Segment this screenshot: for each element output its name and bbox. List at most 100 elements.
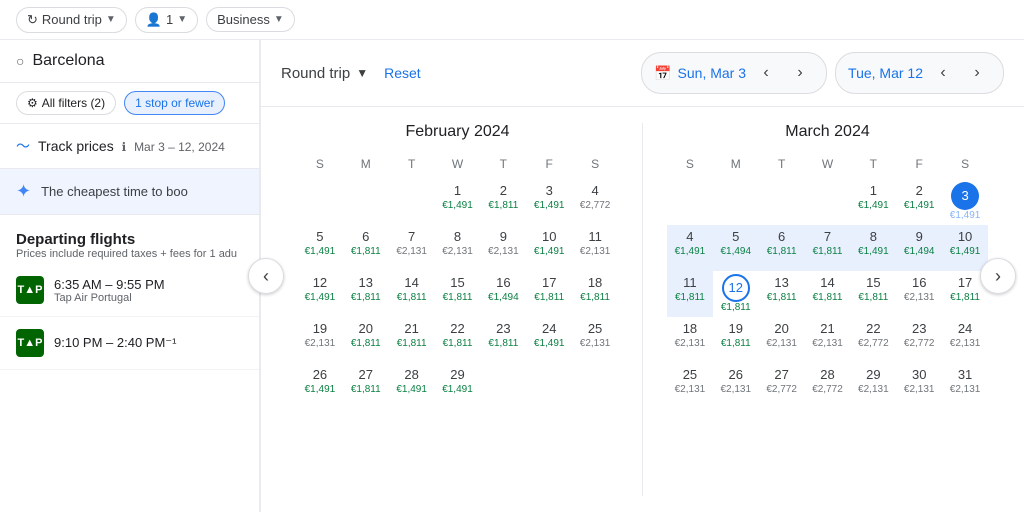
end-date-btn[interactable]: Tue, Mar 12 ‹ ›: [835, 52, 1004, 94]
calendar-day[interactable]: 19€2,131: [297, 317, 343, 363]
calendar-day[interactable]: 6€1,811: [343, 225, 389, 271]
calendar-day[interactable]: 16€1,494: [480, 271, 526, 317]
day-price: €1,811: [351, 292, 381, 304]
calendar-day[interactable]: 13€1,811: [759, 271, 805, 317]
calendar-day[interactable]: 12€1,811: [713, 271, 759, 317]
calendar-day[interactable]: 27€1,811: [343, 363, 389, 409]
calendar-day[interactable]: 9€1,494: [896, 225, 942, 271]
calendar-day[interactable]: 28€1,491: [389, 363, 435, 409]
day-number: 17: [542, 274, 556, 292]
calendar-day[interactable]: 22€2,772: [850, 317, 896, 363]
day-price: €2,131: [580, 338, 611, 350]
calendar-day[interactable]: 15€1,811: [435, 271, 481, 317]
round-trip-selector[interactable]: ↻ Round trip ▼: [16, 7, 127, 33]
calendar-day[interactable]: 10€1,491: [526, 225, 572, 271]
end-date-next[interactable]: ›: [963, 59, 991, 87]
calendar-day[interactable]: 11€1,811: [667, 271, 713, 317]
calendar-day[interactable]: 13€1,811: [343, 271, 389, 317]
calendar-day[interactable]: 5€1,491: [297, 225, 343, 271]
calendar-day[interactable]: 12€1,491: [297, 271, 343, 317]
day-price: €2,772: [766, 384, 797, 396]
day-number: 6: [362, 228, 369, 246]
flight-item-1[interactable]: T▲P 6:35 AM – 9:55 PM Tap Air Portugal: [0, 264, 259, 317]
class-selector[interactable]: Business ▼: [206, 7, 295, 32]
calendar-day[interactable]: 24€1,491: [526, 317, 572, 363]
calendar-day[interactable]: 16€2,131: [896, 271, 942, 317]
calendar-day[interactable]: 2€1,811: [480, 179, 526, 225]
day-of-week: T: [759, 153, 805, 179]
calendar-day[interactable]: 10€1,491: [942, 225, 988, 271]
day-number: 26: [313, 366, 327, 384]
calendar-day[interactable]: 3€1,491: [526, 179, 572, 225]
calendar-day[interactable]: 7€2,131: [389, 225, 435, 271]
day-price: €1,494: [720, 246, 751, 258]
calendar-day[interactable]: 26€1,491: [297, 363, 343, 409]
day-price: €2,772: [812, 384, 843, 396]
calendar-day[interactable]: 18€2,131: [667, 317, 713, 363]
calendar-day[interactable]: 9€2,131: [480, 225, 526, 271]
calendar-day[interactable]: 28€2,772: [805, 363, 851, 409]
calendar-day[interactable]: 3€1,491: [942, 179, 988, 225]
calendar-day[interactable]: 1€1,491: [850, 179, 896, 225]
calendar-day[interactable]: 1€1,491: [435, 179, 481, 225]
start-date-prev[interactable]: ‹: [752, 59, 780, 87]
calendar-day[interactable]: 8€1,491: [850, 225, 896, 271]
calendar-day[interactable]: 14€1,811: [805, 271, 851, 317]
calendar-day[interactable]: 25€2,131: [667, 363, 713, 409]
calendar-day[interactable]: 20€1,811: [343, 317, 389, 363]
day-number: 22: [866, 320, 880, 338]
day-price: €1,811: [767, 292, 797, 304]
calendar-day[interactable]: 22€1,811: [435, 317, 481, 363]
start-date-next[interactable]: ›: [786, 59, 814, 87]
calendar-day[interactable]: 14€1,811: [389, 271, 435, 317]
day-price: €1,491: [534, 200, 565, 212]
all-filters-btn[interactable]: ⚙ All filters (2): [16, 91, 116, 115]
calendar-day[interactable]: 21€1,811: [389, 317, 435, 363]
calendar-day[interactable]: 27€2,772: [759, 363, 805, 409]
left-panel: ○ Barcelona ⚙ All filters (2) 1 stop or …: [0, 40, 260, 512]
stop-filter-btn[interactable]: 1 stop or fewer: [124, 91, 225, 115]
passengers-selector[interactable]: 👤 1 ▼: [135, 7, 198, 33]
day-price: €1,491: [950, 246, 981, 258]
calendar-day[interactable]: 18€1,811: [572, 271, 618, 317]
day-number: 20: [774, 320, 788, 338]
calendar-next-btn[interactable]: ›: [980, 258, 1016, 294]
calendar-day[interactable]: 31€2,131: [942, 363, 988, 409]
calendar-day[interactable]: 26€2,131: [713, 363, 759, 409]
calendar-day[interactable]: 4€2,772: [572, 179, 618, 225]
calendar-day[interactable]: 29€2,131: [850, 363, 896, 409]
calendar-reset-btn[interactable]: Reset: [384, 65, 421, 81]
day-price: €2,131: [950, 338, 981, 350]
calendar-day[interactable]: 8€2,131: [435, 225, 481, 271]
calendar-day[interactable]: 15€1,811: [850, 271, 896, 317]
cheapest-text: The cheapest time to boo: [41, 184, 188, 199]
flight-item-2[interactable]: T▲P 9:10 PM – 2:40 PM⁻¹: [0, 317, 259, 370]
calendar-day[interactable]: 19€1,811: [713, 317, 759, 363]
calendar-day[interactable]: 23€2,772: [896, 317, 942, 363]
calendar-day[interactable]: 21€2,131: [805, 317, 851, 363]
calendar-day[interactable]: 11€2,131: [572, 225, 618, 271]
calendar-day[interactable]: 20€2,131: [759, 317, 805, 363]
calendar-day[interactable]: 24€2,131: [942, 317, 988, 363]
calendar-divider: [642, 123, 643, 496]
calendar-day[interactable]: 30€2,131: [896, 363, 942, 409]
calendar-day[interactable]: 7€1,811: [805, 225, 851, 271]
calendar-day[interactable]: 6€1,811: [759, 225, 805, 271]
calendar-trip-type[interactable]: Round trip ▼: [281, 65, 368, 82]
calendar-day[interactable]: 29€1,491: [435, 363, 481, 409]
day-of-week: S: [572, 153, 618, 179]
end-date-prev[interactable]: ‹: [929, 59, 957, 87]
calendar-prev-btn[interactable]: ‹: [248, 258, 284, 294]
start-date-btn[interactable]: 📅 Sun, Mar 3 ‹ ›: [641, 52, 827, 94]
calendar-day[interactable]: 5€1,494: [713, 225, 759, 271]
passengers-icon: 👤: [146, 12, 162, 28]
day-number: 7: [408, 228, 415, 246]
day-number: 10: [958, 228, 972, 246]
day-number: 24: [542, 320, 556, 338]
calendar-day[interactable]: 4€1,491: [667, 225, 713, 271]
calendar-day[interactable]: 2€1,491: [896, 179, 942, 225]
day-number: 7: [824, 228, 831, 246]
calendar-day[interactable]: 23€1,811: [480, 317, 526, 363]
calendar-day[interactable]: 25€2,131: [572, 317, 618, 363]
calendar-day[interactable]: 17€1,811: [526, 271, 572, 317]
